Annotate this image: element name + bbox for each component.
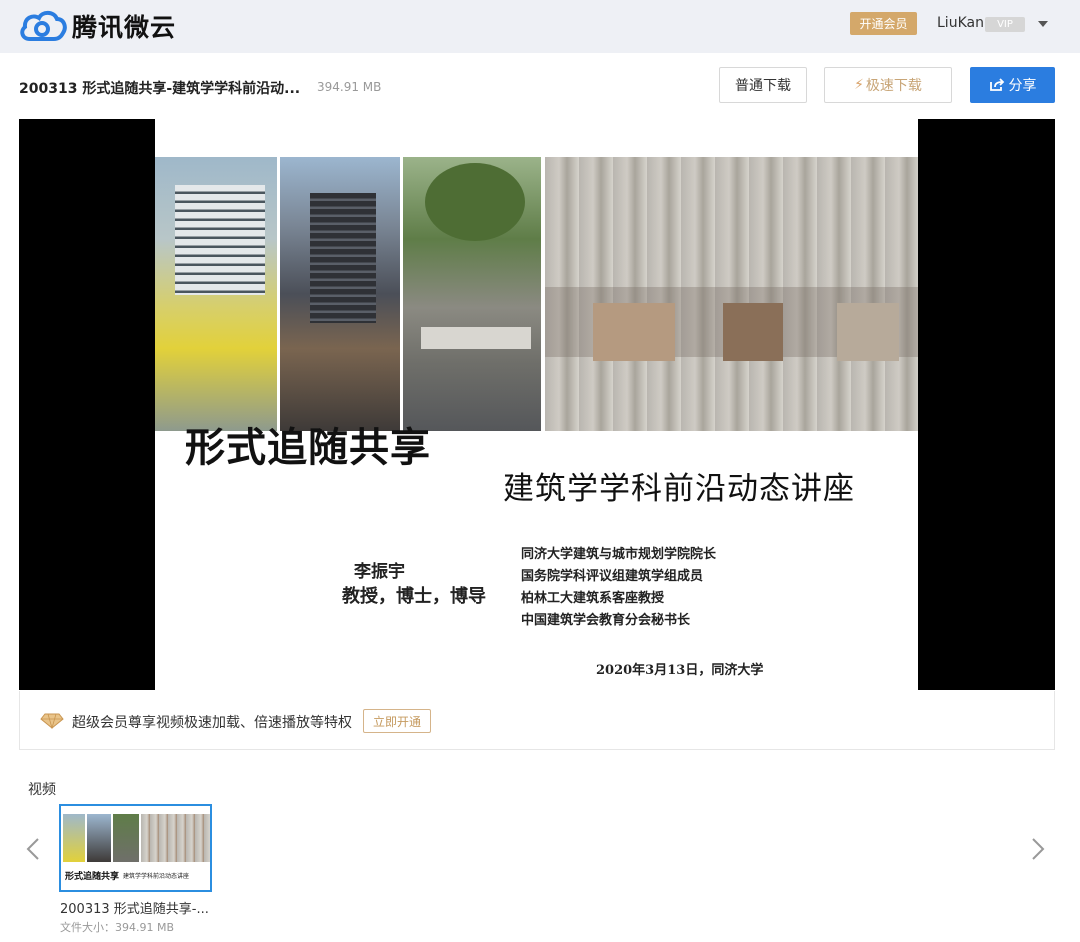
file-name: 200313 形式追随共享-建筑学学科前沿动... <box>19 81 301 97</box>
chevron-left-icon[interactable] <box>24 837 42 861</box>
thumb-subtitle: 建筑学学科前沿动态讲座 <box>123 873 190 880</box>
normal-download-label: 普通下载 <box>735 78 791 94</box>
slide-date: 2020年3月13日，同济大学 <box>596 663 764 678</box>
app-logo[interactable]: 腾讯微云 <box>18 6 176 46</box>
app-name: 腾讯微云 <box>72 13 177 42</box>
fast-download-label: 极速下载 <box>865 78 922 94</box>
video-item-size: 文件大小：394.91 MB <box>60 921 175 934</box>
promo-text: 超级会员尊享视频极速加载、倍速播放等特权 <box>72 715 352 731</box>
thumb-image <box>113 814 139 862</box>
vip-badge-label: VIP <box>997 19 1013 30</box>
slide-title: 形式追随共享 <box>185 424 431 471</box>
slide-photo-illustration <box>155 157 277 431</box>
slide-subtitle: 建筑学学科前沿动态讲座 <box>503 471 855 507</box>
video-item-name[interactable]: 200313 形式追随共享-... <box>60 898 209 917</box>
share-button[interactable]: 分享 <box>970 67 1055 103</box>
slide-photo-aerial <box>545 157 918 431</box>
file-size: 394.91 MB <box>317 80 382 94</box>
normal-download-button[interactable]: 普通下载 <box>719 67 807 103</box>
username[interactable]: LiuKan <box>937 15 984 31</box>
chevron-down-icon[interactable] <box>1038 21 1048 27</box>
fast-download-button[interactable]: ⚡ 极速下载 <box>824 67 952 103</box>
top-bar: 腾讯微云 开通会员 LiuKan VIP <box>0 0 1080 53</box>
share-label: 分享 <box>1008 78 1037 94</box>
slide-role: 柏林工大建筑系客座教授 <box>521 591 665 606</box>
thumb-image <box>63 814 85 862</box>
share-icon <box>989 78 1004 91</box>
slide-photo-tower <box>280 157 400 431</box>
video-player[interactable]: 形式追随共享 建筑学学科前沿动态讲座 李振宇 教授，博士，博导 同济大学建筑与城… <box>19 119 1055 690</box>
vip-badge: VIP <box>985 17 1025 32</box>
vip-promo-bar: 超级会员尊享视频极速加载、倍速播放等特权 立即开通 <box>19 691 1055 750</box>
slide-author-name: 李振宇 <box>354 562 405 582</box>
slide-photo-courtyard <box>403 157 541 431</box>
video-frame-slide: 形式追随共享 建筑学学科前沿动态讲座 李振宇 教授，博士，博导 同济大学建筑与城… <box>155 119 918 690</box>
slide-role: 国务院学科评议组建筑学组成员 <box>521 569 704 584</box>
video-thumbnail[interactable]: 形式追随共享 建筑学学科前沿动态讲座 <box>59 804 212 892</box>
thumb-image <box>87 814 111 862</box>
bolt-icon: ⚡ <box>854 77 864 93</box>
open-now-button[interactable]: 立即开通 <box>363 709 431 733</box>
slide-author-title: 教授，博士，博导 <box>342 586 486 607</box>
chevron-right-icon[interactable] <box>1029 837 1047 861</box>
thumb-title: 形式追随共享 <box>65 872 120 882</box>
slide-author-roles: 同济大学建筑与城市规划学院院长 国务院学科评议组建筑学组成员 柏林工大建筑系客座… <box>521 544 716 632</box>
open-vip-button[interactable]: 开通会员 <box>850 12 917 35</box>
slide-role: 同济大学建筑与城市规划学院院长 <box>521 547 717 562</box>
diamond-icon <box>40 713 64 729</box>
slide-role: 中国建筑学会教育分会秘书长 <box>521 613 691 628</box>
thumb-image <box>141 814 210 862</box>
cloud-logo-icon <box>20 10 67 41</box>
video-section-label: 视频 <box>28 782 56 798</box>
